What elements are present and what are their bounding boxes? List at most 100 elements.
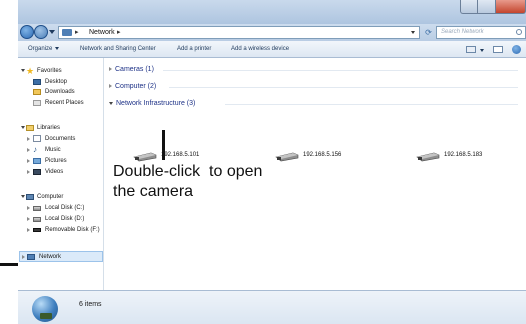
expand-arrow-icon[interactable] — [21, 195, 25, 198]
add-printer-button[interactable]: Add a printer — [177, 41, 211, 58]
group-header-computer[interactable]: Computer (2) — [109, 82, 156, 92]
address-field[interactable]: ▸ Network ▸ — [58, 26, 420, 39]
recent-places-icon — [33, 100, 41, 106]
window-controls — [460, 0, 526, 14]
collapse-arrow-icon[interactable] — [109, 67, 112, 72]
minimize-button[interactable] — [460, 0, 478, 14]
nav-item-libraries[interactable]: Libraries — [18, 123, 104, 133]
group-divider — [163, 70, 518, 71]
network-sharing-center-button[interactable]: Network and Sharing Center — [80, 41, 156, 58]
group-label: Computer (2) — [115, 83, 157, 90]
network-base-icon — [40, 313, 52, 319]
nav-label: Music — [45, 147, 61, 153]
organize-menu[interactable]: Organize — [28, 41, 60, 58]
callout-annotation: Double-click to open the camera — [113, 162, 313, 202]
preview-pane-icon[interactable] — [493, 46, 503, 53]
collapse-arrow-icon[interactable] — [109, 84, 112, 89]
nav-item-network[interactable]: Network — [19, 251, 103, 262]
views-icon[interactable] — [466, 46, 476, 53]
device-item[interactable]: 192.168.5.183 — [416, 149, 526, 165]
group-header-cameras[interactable]: Cameras (1) — [109, 65, 154, 75]
forward-button[interactable] — [34, 25, 48, 39]
collapse-arrow-icon[interactable] — [27, 228, 30, 232]
callout-pointer-line — [162, 130, 165, 160]
address-dropdown-icon[interactable] — [411, 31, 415, 34]
network-icon — [27, 254, 35, 260]
recent-pages-icon[interactable] — [49, 30, 55, 34]
videos-icon — [33, 169, 41, 175]
nav-label: Local Disk (C:) — [45, 205, 85, 211]
ip-camera-icon — [416, 152, 440, 162]
nav-label: Removable Disk (F:) — [45, 227, 100, 233]
collapse-arrow-icon[interactable] — [27, 137, 30, 141]
chevron-down-icon[interactable] — [480, 49, 484, 52]
nav-label: Pictures — [45, 158, 67, 164]
nav-item-pictures[interactable]: Pictures — [18, 156, 104, 166]
add-wireless-device-button[interactable]: Add a wireless device — [231, 41, 289, 58]
collapse-arrow-icon[interactable] — [27, 217, 30, 221]
nav-item-desktop[interactable]: Desktop — [18, 77, 104, 87]
ip-camera-icon — [133, 152, 157, 162]
back-button[interactable] — [20, 25, 34, 39]
group-label: Cameras (1) — [115, 66, 154, 73]
breadcrumb-network[interactable]: Network — [89, 27, 115, 38]
nav-item-local-disk-d[interactable]: Local Disk (D:) — [18, 214, 104, 224]
title-bar — [18, 0, 526, 24]
nav-item-local-disk-c[interactable]: Local Disk (C:) — [18, 203, 104, 213]
collapse-arrow-icon[interactable] — [27, 170, 30, 174]
nav-item-videos[interactable]: Videos — [18, 167, 104, 177]
computer-icon — [26, 194, 34, 200]
breadcrumb-chevron-icon[interactable]: ▸ — [117, 27, 121, 38]
nav-label: Local Disk (D:) — [45, 216, 85, 222]
close-button[interactable] — [496, 0, 526, 14]
group-header-network-infrastructure[interactable]: Network Infrastructure (3) — [109, 99, 195, 109]
callout-line-1: Double-click to open — [113, 163, 263, 180]
maximize-button[interactable] — [478, 0, 496, 14]
nav-label: Computer — [37, 194, 64, 200]
group-divider — [225, 104, 518, 105]
downloads-folder-icon — [33, 89, 41, 95]
chevron-down-icon — [55, 46, 60, 50]
nav-item-computer[interactable]: Computer — [18, 192, 104, 202]
help-icon[interactable] — [512, 45, 521, 54]
collapse-arrow-icon[interactable] — [22, 255, 25, 259]
collapse-arrow-icon[interactable] — [27, 159, 30, 163]
nav-label: Libraries — [37, 125, 61, 131]
nav-label: Recent Places — [45, 100, 84, 106]
music-icon: ♪ — [33, 145, 37, 154]
organize-label: Organize — [28, 46, 53, 52]
breadcrumb-chevron-icon[interactable]: ▸ — [75, 27, 79, 38]
refresh-icon[interactable]: ⟳ — [423, 27, 434, 38]
nav-item-recent-places[interactable]: Recent Places — [18, 98, 104, 108]
nav-item-music[interactable]: ♪ Music — [18, 145, 104, 155]
command-bar: Organize Network and Sharing Center Add … — [18, 41, 526, 58]
device-label: 192.168.5.101 — [161, 152, 200, 158]
callout-line-2: the camera — [113, 183, 194, 200]
collapse-arrow-icon[interactable] — [27, 206, 30, 210]
address-bar: ▸ Network ▸ ⟳ Search Network — [18, 24, 526, 41]
expand-arrow-icon[interactable] — [109, 101, 113, 105]
nav-item-downloads[interactable]: Downloads — [18, 87, 104, 97]
documents-icon — [33, 135, 41, 142]
nav-item-favorites[interactable]: ★ Favorites — [18, 66, 104, 76]
pictures-icon — [33, 158, 41, 164]
device-label: 192.168.5.183 — [444, 152, 483, 158]
ip-camera-icon — [275, 152, 299, 162]
item-count: 6 items — [79, 301, 102, 308]
nav-label: Videos — [45, 169, 64, 175]
search-icon[interactable] — [516, 29, 522, 35]
expand-arrow-icon[interactable] — [21, 126, 25, 129]
collapse-arrow-icon[interactable] — [27, 148, 30, 152]
libraries-icon — [26, 125, 34, 131]
removable-disk-icon — [33, 228, 41, 232]
group-divider — [169, 87, 518, 88]
nav-item-documents[interactable]: Documents — [18, 134, 104, 144]
search-box[interactable]: Search Network — [436, 26, 526, 39]
search-input[interactable]: Search Network — [441, 27, 484, 38]
expand-arrow-icon[interactable] — [21, 69, 25, 72]
device-label: 192.168.5.156 — [303, 152, 342, 158]
hard-disk-icon — [33, 206, 41, 211]
star-icon: ★ — [26, 66, 35, 76]
navigation-pane: ★ Favorites Desktop Downloads Recent Pla… — [18, 58, 104, 290]
nav-item-removable-disk-f[interactable]: Removable Disk (F:) — [18, 225, 104, 235]
